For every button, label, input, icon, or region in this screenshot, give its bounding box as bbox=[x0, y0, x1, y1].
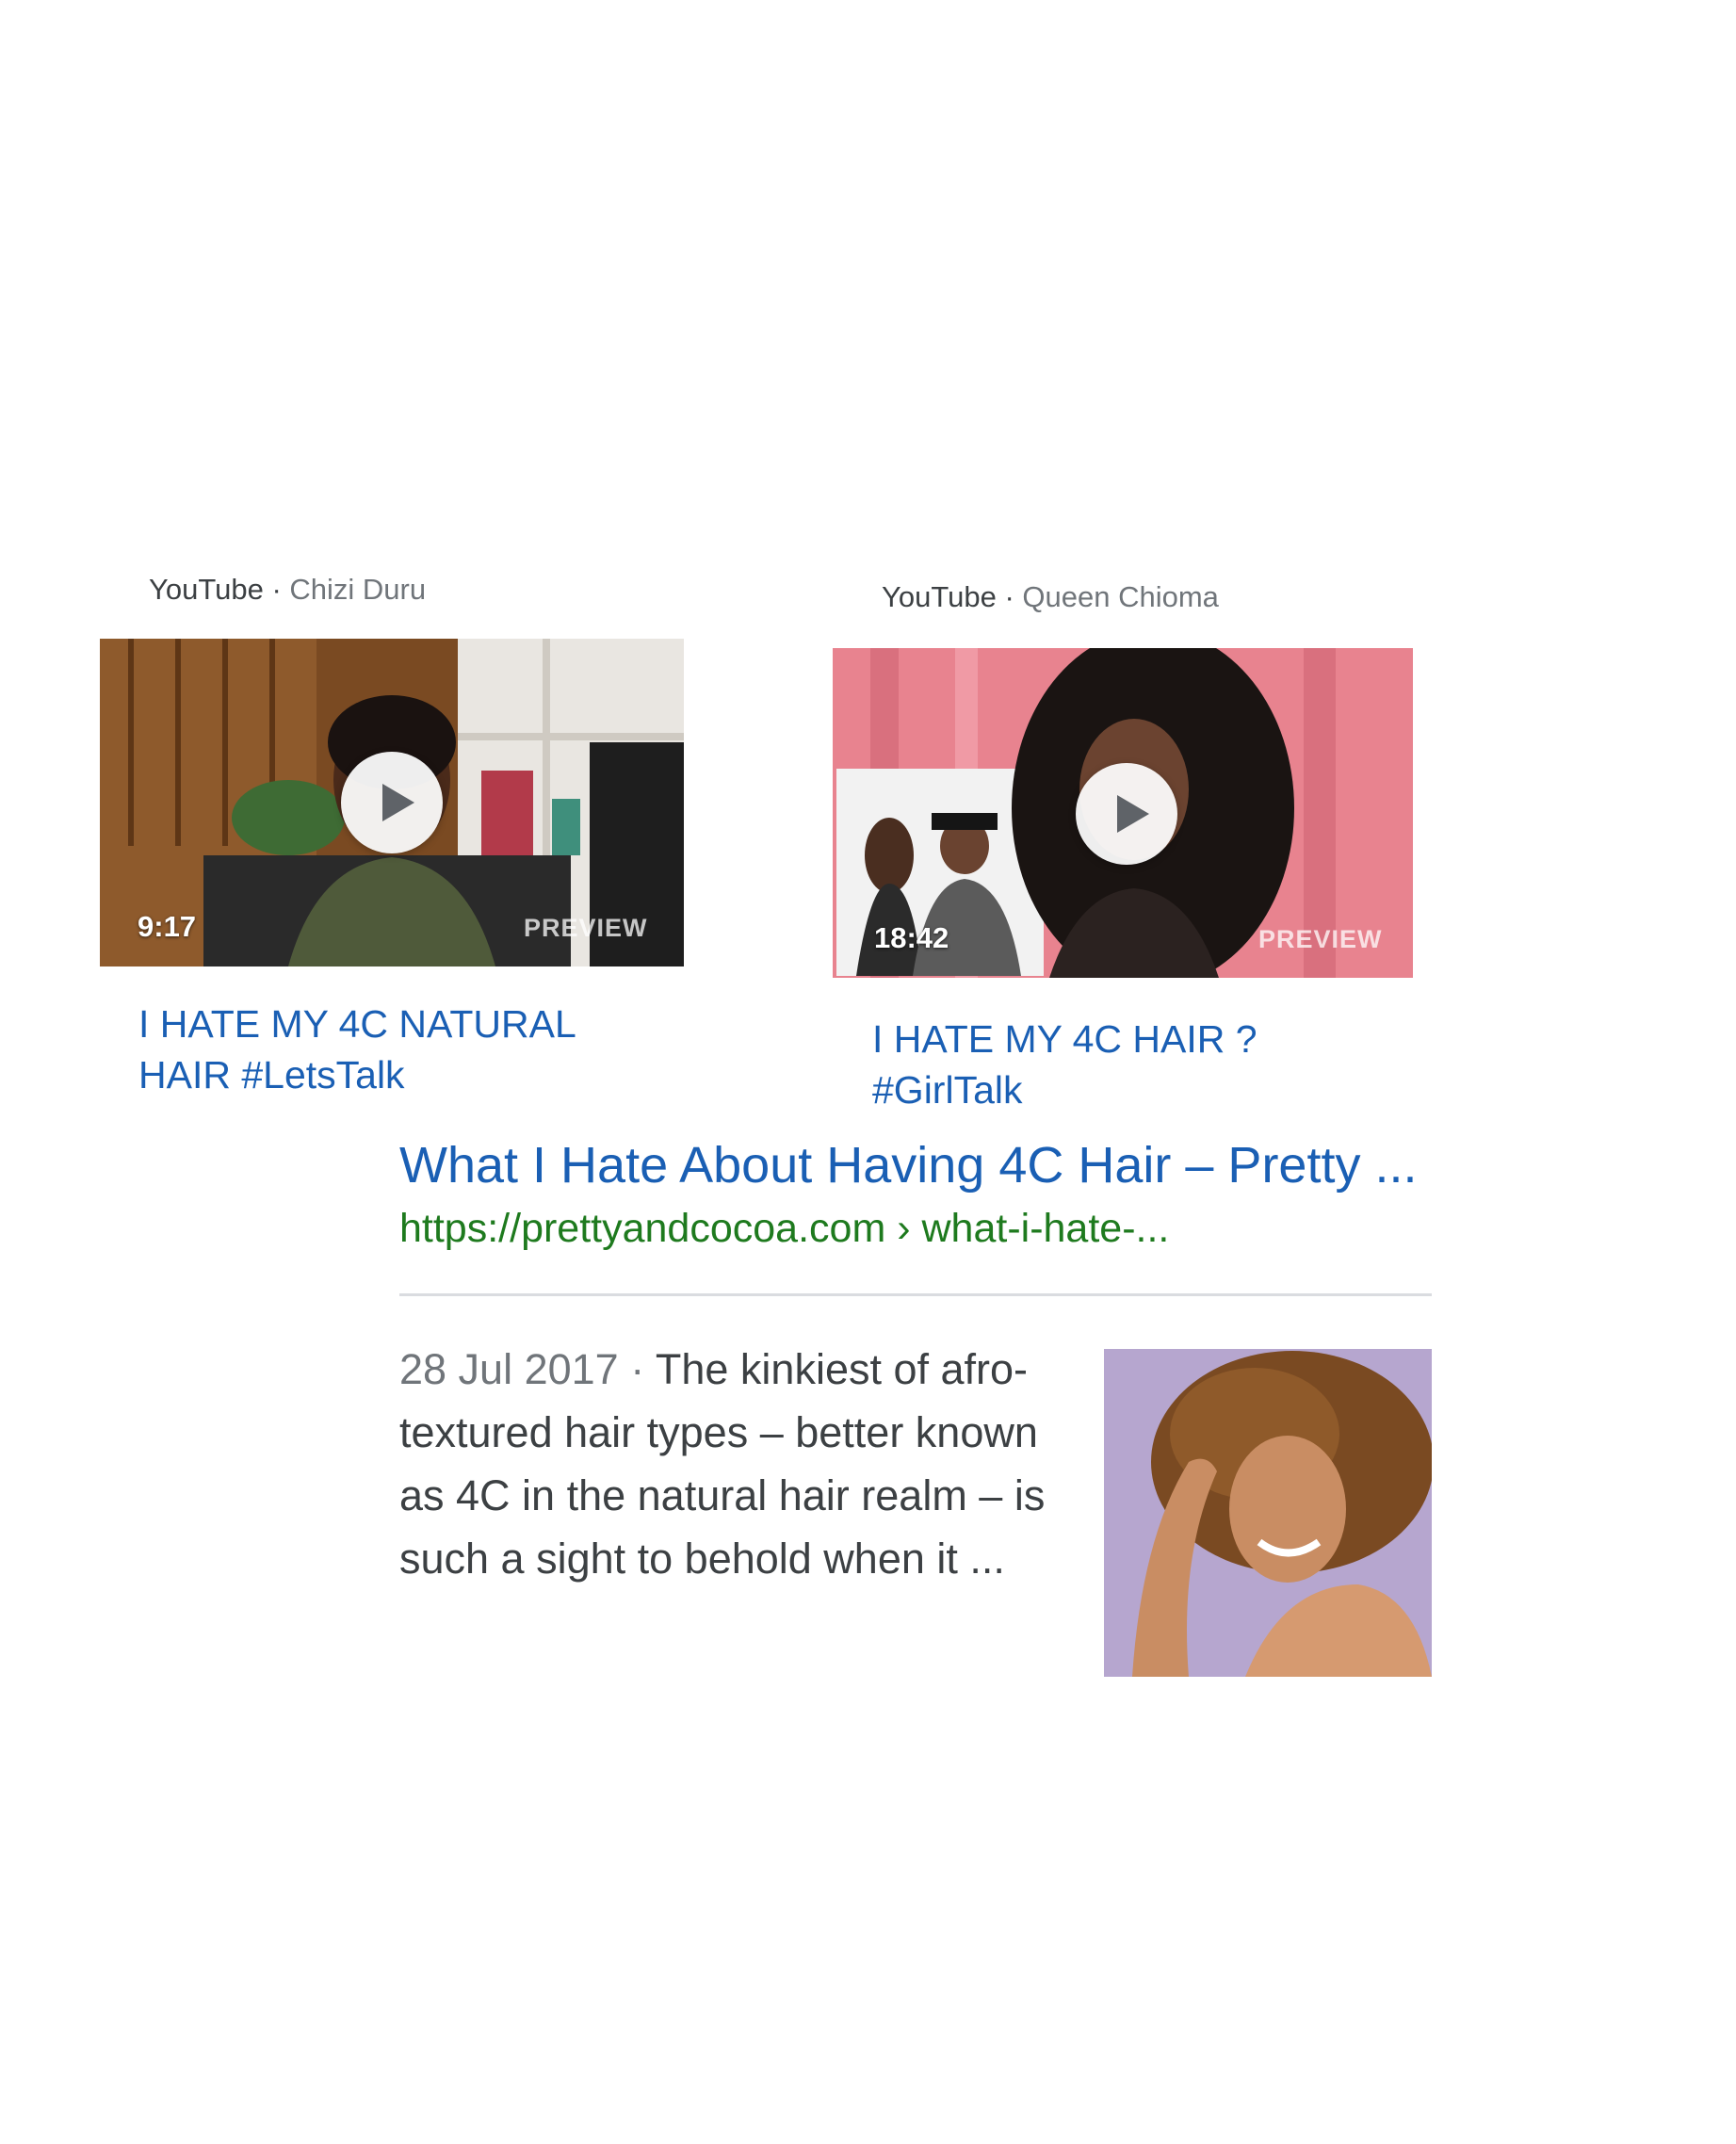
result-title-link[interactable]: What I Hate About Having 4C Hair – Prett… bbox=[399, 1136, 1417, 1194]
video-1-source: YouTube · Chizi Duru bbox=[149, 573, 426, 607]
result-date: 28 Jul 2017 bbox=[399, 1345, 619, 1393]
video-1-play-button[interactable] bbox=[341, 752, 443, 853]
video-2-thumbnail[interactable]: 18:42 PREVIEW bbox=[833, 648, 1413, 978]
result-divider bbox=[399, 1293, 1432, 1296]
video-2-duration: 18:42 bbox=[874, 921, 949, 954]
video-1-channel: Chizi Duru bbox=[289, 573, 427, 606]
video-1-source-site: YouTube bbox=[149, 573, 264, 606]
video-1-title-link[interactable]: I HATE MY 4C NATURAL HAIR #LetsTalk bbox=[138, 999, 647, 1100]
video-2-title-link[interactable]: I HATE MY 4C HAIR ? #GirlTalk bbox=[872, 1014, 1362, 1115]
result-url[interactable]: https://prettyandcocoa.com › what-i-hate… bbox=[399, 1204, 1169, 1253]
video-2-source-site: YouTube bbox=[882, 580, 997, 613]
video-2-channel: Queen Chioma bbox=[1022, 580, 1219, 613]
video-2-source: YouTube · Queen Chioma bbox=[882, 580, 1219, 614]
video-2-source-separator: · bbox=[996, 580, 1023, 613]
result-snippet: 28 Jul 2017 · The kinkiest of afro-textu… bbox=[399, 1338, 1059, 1590]
video-1-thumbnail[interactable]: 9:17 PREVIEW bbox=[100, 639, 684, 966]
result-thumbnail-image bbox=[1104, 1349, 1432, 1677]
video-1-source-separator: · bbox=[263, 573, 290, 606]
result-thumbnail[interactable] bbox=[1104, 1349, 1432, 1677]
video-2-preview-label: PREVIEW bbox=[1258, 925, 1383, 953]
video-2-play-button[interactable] bbox=[1076, 763, 1177, 865]
result-date-separator: · bbox=[618, 1345, 656, 1393]
video-1-preview-label: PREVIEW bbox=[524, 914, 648, 942]
video-1-duration: 9:17 bbox=[138, 910, 197, 943]
